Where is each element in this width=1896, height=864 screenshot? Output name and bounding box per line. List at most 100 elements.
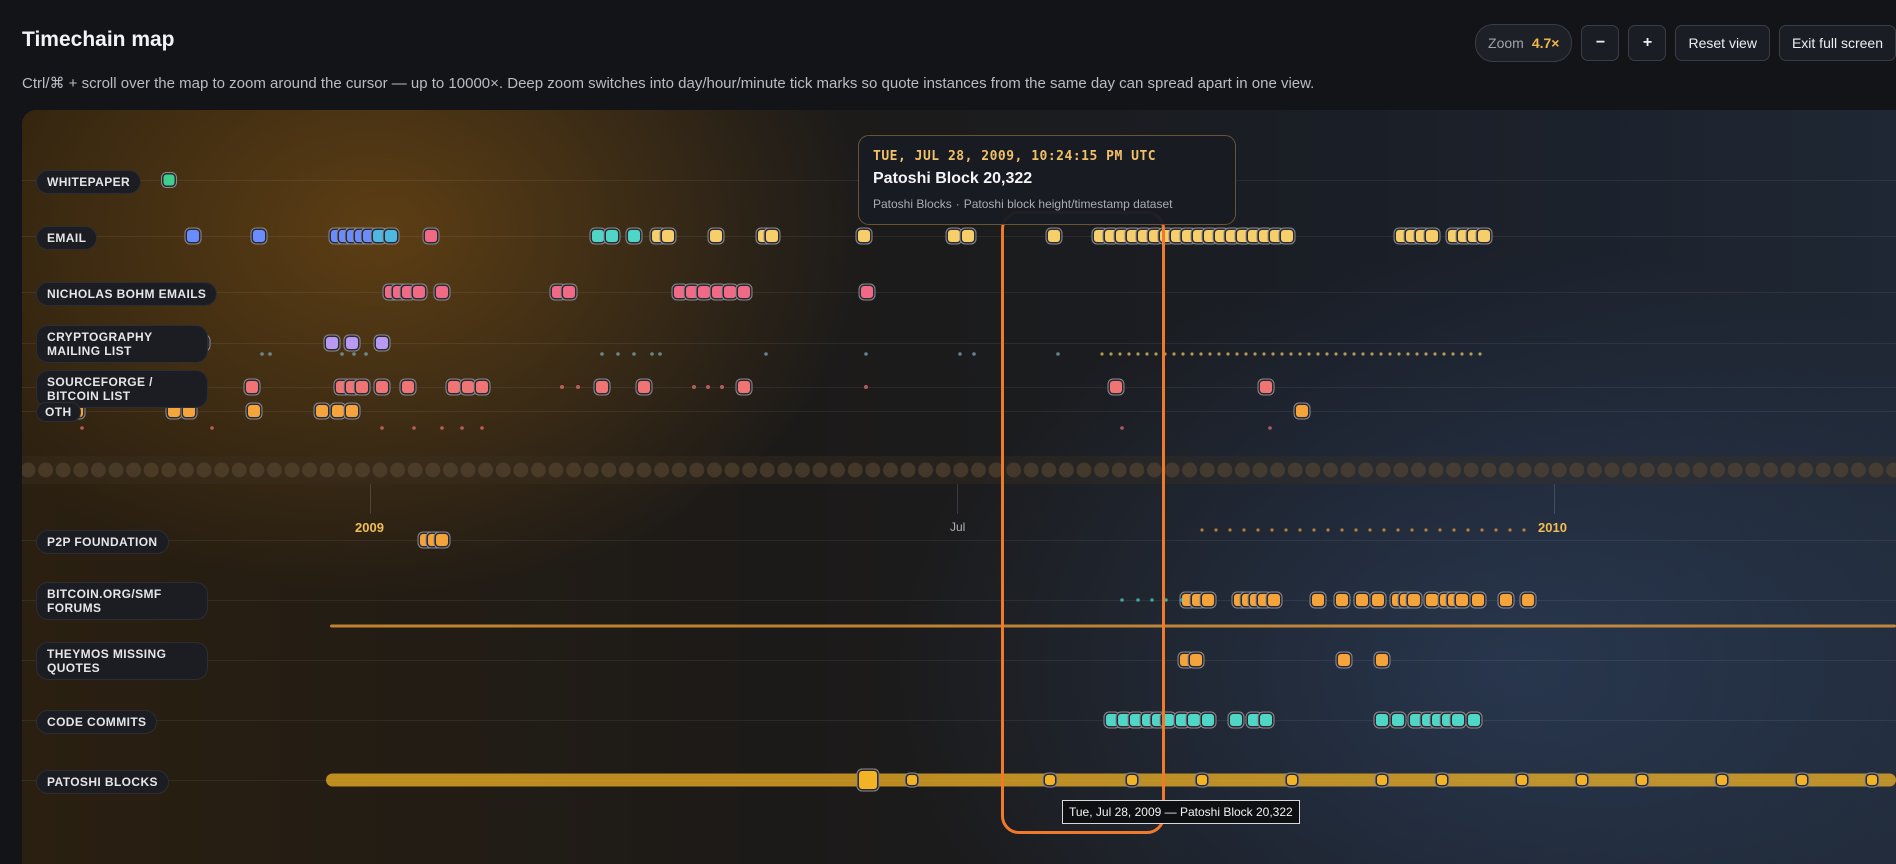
event-marker[interactable] xyxy=(1202,714,1214,726)
event-marker[interactable] xyxy=(1717,775,1727,785)
lane-label-theymos-missing-quotes[interactable]: THEYMOS MISSING QUOTES xyxy=(36,642,208,680)
event-marker[interactable] xyxy=(1230,714,1242,726)
event-marker[interactable] xyxy=(356,381,368,393)
event-marker[interactable] xyxy=(1336,594,1348,606)
event-marker[interactable] xyxy=(698,286,710,298)
event-marker[interactable] xyxy=(1522,594,1534,606)
zoom-out-button[interactable]: − xyxy=(1581,25,1620,61)
event-marker[interactable] xyxy=(1260,381,1272,393)
event-marker[interactable] xyxy=(1281,230,1293,242)
event-marker[interactable] xyxy=(385,230,397,242)
event-marker[interactable] xyxy=(724,286,736,298)
event-marker[interactable] xyxy=(425,230,437,242)
lane-label-bitcoin-org-forums[interactable]: BITCOIN.ORG/SMF FORUMS xyxy=(36,582,208,620)
event-marker[interactable] xyxy=(1296,405,1308,417)
lane-label-code-commits[interactable]: CODE COMMITS xyxy=(36,710,158,734)
event-marker[interactable] xyxy=(1372,594,1384,606)
event-marker[interactable] xyxy=(413,286,425,298)
lane-label-whitepaper[interactable]: WHITEPAPER xyxy=(36,170,142,194)
event-marker[interactable] xyxy=(1468,714,1480,726)
event-marker[interactable] xyxy=(462,381,474,393)
event-marker[interactable] xyxy=(326,337,338,349)
event-marker[interactable] xyxy=(858,230,870,242)
zoom-in-button[interactable]: + xyxy=(1628,25,1667,61)
event-marker[interactable] xyxy=(592,230,604,242)
event-marker[interactable] xyxy=(163,174,175,186)
event-marker[interactable] xyxy=(436,286,448,298)
event-marker[interactable] xyxy=(710,230,722,242)
event-marker[interactable] xyxy=(1478,230,1490,242)
event-marker[interactable] xyxy=(1127,775,1137,785)
event-marker[interactable] xyxy=(628,230,640,242)
event-marker[interactable] xyxy=(1517,775,1527,785)
event-marker[interactable] xyxy=(1268,594,1280,606)
lane-label-email[interactable]: EMAIL xyxy=(36,226,98,250)
event-marker[interactable] xyxy=(402,381,414,393)
event-marker[interactable] xyxy=(316,405,328,417)
event-marker[interactable] xyxy=(1867,775,1877,785)
lane-label-nicholas-bohm-emails[interactable]: NICHOLAS BOHM EMAILS xyxy=(36,282,218,306)
event-marker[interactable] xyxy=(436,534,448,546)
event-marker[interactable] xyxy=(948,230,960,242)
event-marker[interactable] xyxy=(1356,594,1368,606)
event-marker[interactable] xyxy=(1426,230,1438,242)
event-marker[interactable] xyxy=(766,230,778,242)
lane-label-p2p-foundation[interactable]: P2P FOUNDATION xyxy=(36,530,169,554)
event-marker[interactable] xyxy=(246,381,258,393)
event-marker[interactable] xyxy=(1437,775,1447,785)
event-marker[interactable] xyxy=(1376,714,1388,726)
event-marker[interactable] xyxy=(563,286,575,298)
event-marker[interactable] xyxy=(376,381,388,393)
event-marker[interactable] xyxy=(1472,594,1484,606)
event-marker[interactable] xyxy=(1162,714,1174,726)
event-marker[interactable] xyxy=(1188,714,1200,726)
event-marker[interactable] xyxy=(738,286,750,298)
event-marker[interactable] xyxy=(1260,714,1272,726)
event-marker[interactable] xyxy=(248,405,260,417)
event-marker[interactable] xyxy=(346,337,358,349)
event-marker[interactable] xyxy=(1197,775,1207,785)
exit-fullscreen-button[interactable]: Exit full screen xyxy=(1778,25,1896,61)
lane-label-other[interactable]: OTH xyxy=(36,402,81,422)
event-marker[interactable] xyxy=(861,286,873,298)
event-marker[interactable] xyxy=(907,775,917,785)
event-marker[interactable] xyxy=(1202,594,1214,606)
event-marker[interactable] xyxy=(1376,654,1388,666)
event-marker[interactable] xyxy=(448,381,460,393)
event-marker[interactable] xyxy=(1500,594,1512,606)
event-marker[interactable] xyxy=(606,230,618,242)
event-marker[interactable] xyxy=(476,381,488,393)
event-marker[interactable] xyxy=(1408,594,1420,606)
event-marker[interactable] xyxy=(1452,714,1464,726)
event-marker[interactable] xyxy=(1338,654,1350,666)
event-marker[interactable] xyxy=(662,230,674,242)
reset-view-button[interactable]: Reset view xyxy=(1675,25,1770,61)
bitcoin-coin-icon xyxy=(354,462,370,478)
event-marker[interactable] xyxy=(1045,775,1055,785)
event-marker[interactable] xyxy=(1110,381,1122,393)
event-marker[interactable] xyxy=(738,381,750,393)
event-marker[interactable] xyxy=(332,405,344,417)
event-marker[interactable] xyxy=(376,337,388,349)
event-marker[interactable] xyxy=(1190,654,1202,666)
event-marker[interactable] xyxy=(962,230,974,242)
tooltip-title: Patoshi Block 20,322 xyxy=(873,170,1033,187)
event-marker[interactable] xyxy=(596,381,608,393)
event-marker[interactable] xyxy=(187,230,199,242)
event-marker[interactable] xyxy=(1577,775,1587,785)
event-marker[interactable] xyxy=(1287,775,1297,785)
event-marker[interactable] xyxy=(1377,775,1387,785)
event-marker[interactable] xyxy=(1392,714,1404,726)
event-marker[interactable] xyxy=(1637,775,1647,785)
selected-patoshi-block[interactable] xyxy=(859,771,877,789)
event-marker[interactable] xyxy=(638,381,650,393)
event-marker[interactable] xyxy=(1426,594,1438,606)
event-marker[interactable] xyxy=(346,405,358,417)
event-marker[interactable] xyxy=(1456,594,1468,606)
event-marker[interactable] xyxy=(253,230,265,242)
event-marker[interactable] xyxy=(1312,594,1324,606)
event-marker[interactable] xyxy=(1797,775,1807,785)
event-marker[interactable] xyxy=(1048,230,1060,242)
lane-label-cryptography-mailing-list[interactable]: CRYPTOGRAPHY MAILING LIST xyxy=(36,325,208,363)
lane-label-patoshi-blocks[interactable]: PATOSHI BLOCKS xyxy=(36,770,169,794)
